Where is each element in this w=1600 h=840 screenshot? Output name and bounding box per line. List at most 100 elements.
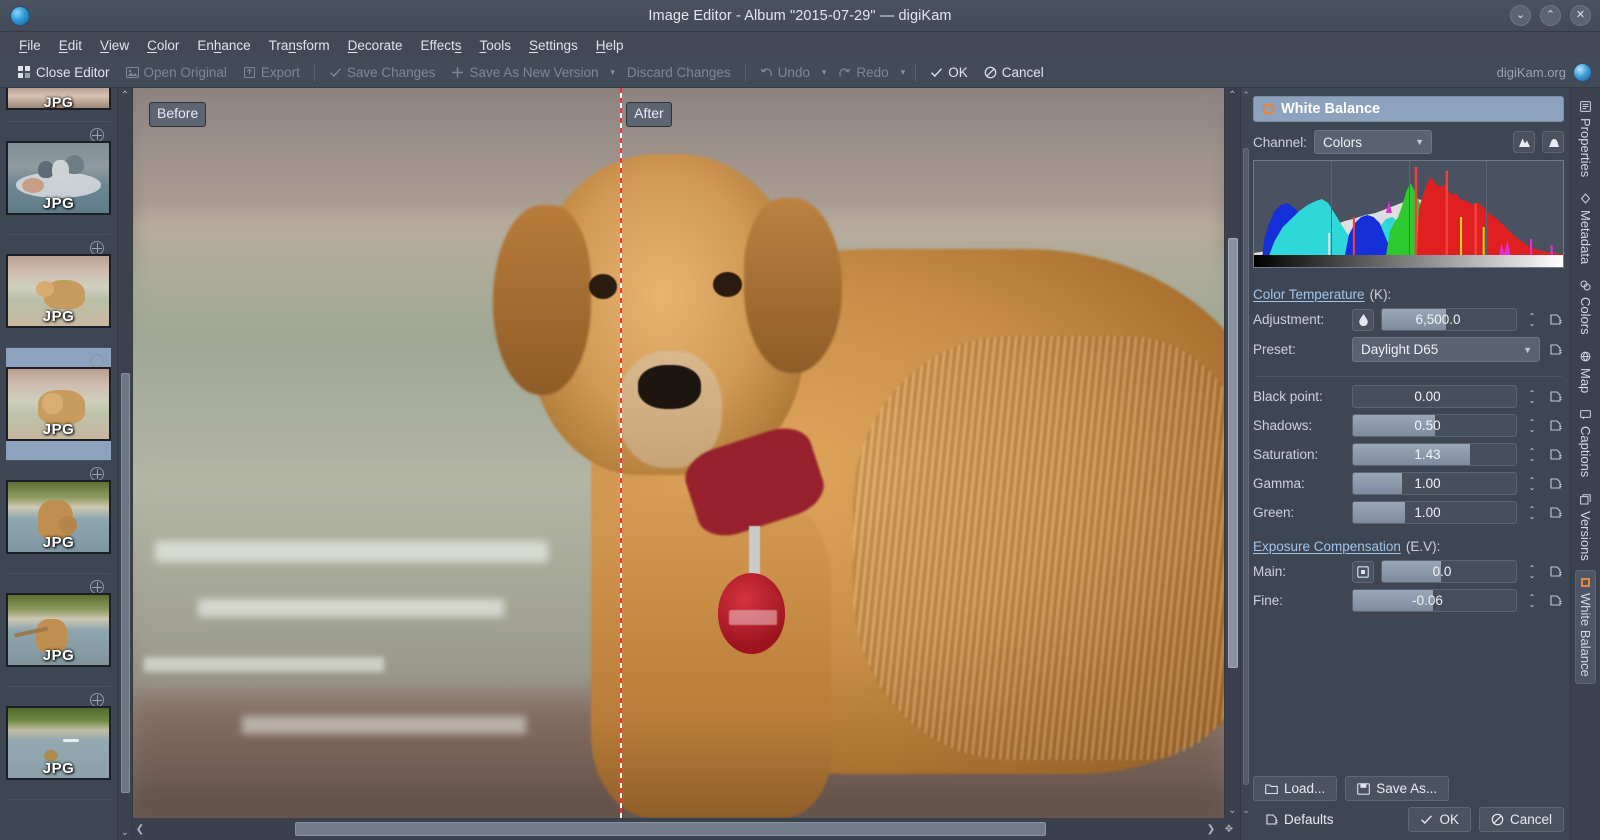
adjustment-reset-button[interactable] <box>1547 313 1564 326</box>
defaults-button[interactable]: Defaults <box>1253 807 1346 832</box>
shadows-spinbox[interactable]: 0.50 <box>1352 414 1517 437</box>
menu-decorate[interactable]: Decorate <box>339 36 412 55</box>
preset-select[interactable]: Daylight D65 ▼ <box>1352 337 1540 362</box>
maximize-button[interactable]: ⌃ <box>1540 5 1561 26</box>
green-reset-button[interactable] <box>1547 506 1564 519</box>
filmstrip-scrollbar[interactable]: ⌃ ⌄ <box>117 88 132 840</box>
thumbnail-item-4[interactable]: JPG <box>6 348 111 461</box>
histogram-chart[interactable] <box>1253 160 1564 268</box>
menu-color[interactable]: Color <box>138 36 188 55</box>
scroll-up-icon[interactable]: ⌃ <box>118 90 132 101</box>
panel-cancel-button[interactable]: Cancel <box>1478 807 1564 832</box>
saturation-reset-button[interactable] <box>1547 448 1564 461</box>
green-stepper[interactable]: ⌃ ⌄ <box>1524 505 1540 520</box>
scroll-left-icon[interactable]: ❮ <box>133 824 147 835</box>
shadows-stepper[interactable]: ⌃ ⌄ <box>1524 418 1540 433</box>
load-button[interactable]: Load... <box>1253 776 1338 801</box>
menu-effects[interactable]: Effects <box>411 36 470 55</box>
adjustment-stepper[interactable]: ⌃ ⌄ <box>1524 312 1540 327</box>
image-canvas[interactable]: Before After <box>133 88 1224 818</box>
menu-help[interactable]: Help <box>587 36 633 55</box>
save-as-new-version-dropdown-icon[interactable]: ▾ <box>607 67 620 78</box>
thumbnail-item-1[interactable]: JPG <box>6 88 111 122</box>
canvas-horizontal-scrollbar[interactable]: ❮ ❯ ✥ <box>133 818 1240 840</box>
toolbar-cancel-button[interactable]: Cancel <box>976 63 1052 82</box>
sidebar-tab-colors[interactable]: Colors <box>1576 273 1595 342</box>
menu-settings[interactable]: Settings <box>520 36 587 55</box>
panel-splitter[interactable]: ⌃ ⌄ <box>1241 88 1251 840</box>
gamma-reset-button[interactable] <box>1547 477 1564 490</box>
open-original-button[interactable]: Open Original <box>118 63 235 82</box>
menu-file[interactable]: File <box>10 36 50 55</box>
save-as-button[interactable]: Save As... <box>1345 776 1450 801</box>
green-spinbox[interactable]: 1.00 <box>1352 501 1517 524</box>
before-after-split-line[interactable] <box>619 88 622 818</box>
adjustment-spinbox[interactable]: 6,500.0 <box>1381 308 1517 331</box>
close-editor-button[interactable]: Close Editor <box>10 63 118 82</box>
menu-edit[interactable]: Edit <box>50 36 91 55</box>
menu-transform[interactable]: Transform <box>260 36 339 55</box>
panel-ok-button[interactable]: OK <box>1408 807 1471 832</box>
thumbnail-item-7[interactable]: JPG <box>6 687 111 800</box>
channel-select[interactable]: Colors ▼ <box>1314 130 1433 154</box>
sidebar-tab-white-balance[interactable]: White Balance <box>1575 569 1596 685</box>
thumbnail-item-5[interactable]: JPG <box>6 461 111 574</box>
scroll-down-icon[interactable]: ⌄ <box>1225 805 1240 816</box>
horizontal-scroll-thumb[interactable] <box>294 822 1046 836</box>
thumbnail-item-6[interactable]: JPG <box>6 574 111 687</box>
fine-exposure-stepper[interactable]: ⌃ ⌄ <box>1524 593 1540 608</box>
histogram-linear-button[interactable] <box>1513 131 1535 153</box>
minimize-button[interactable]: ⌄ <box>1510 5 1531 26</box>
shadows-reset-button[interactable] <box>1547 419 1564 432</box>
sidebar-tab-map[interactable]: Map <box>1576 344 1595 400</box>
vertical-scroll-thumb[interactable] <box>1228 238 1238 668</box>
main-exposure-stepper[interactable]: ⌃ ⌄ <box>1524 564 1540 579</box>
fine-exposure-reset-button[interactable] <box>1547 594 1564 607</box>
color-picker-button[interactable] <box>1352 308 1374 331</box>
save-as-new-version-button[interactable]: Save As New Version <box>443 63 606 82</box>
color-temperature-link[interactable]: Color Temperature <box>1253 287 1365 302</box>
save-changes-button[interactable]: Save Changes <box>321 63 444 82</box>
undo-button[interactable]: Undo <box>752 63 818 82</box>
main-exposure-reset-button[interactable] <box>1547 565 1564 578</box>
scroll-up-icon[interactable]: ⌃ <box>1225 90 1240 101</box>
thumbnail-item-2[interactable]: JPG <box>6 122 111 235</box>
splitter-grip[interactable] <box>1243 148 1249 785</box>
filmstrip-list[interactable]: JPG JPG JPG JPG JPG JPG JPG <box>0 88 117 840</box>
sidebar-tab-metadata[interactable]: Metadata <box>1576 186 1595 271</box>
exposure-indicator-button[interactable] <box>1352 560 1374 583</box>
main-exposure-spinbox[interactable]: 0.0 <box>1381 560 1517 583</box>
scroll-down-icon[interactable]: ⌄ <box>118 827 132 838</box>
black-point-spinbox[interactable]: 0.00 <box>1352 385 1517 408</box>
undo-dropdown-icon[interactable]: ▾ <box>818 67 831 78</box>
close-button[interactable]: ✕ <box>1570 5 1591 26</box>
scroll-right-icon[interactable]: ❯ <box>1204 824 1218 835</box>
export-button[interactable]: Export <box>235 63 308 82</box>
saturation-spinbox[interactable]: 1.43 <box>1352 443 1517 466</box>
black-point-reset-button[interactable] <box>1547 390 1564 403</box>
thumbnail-item-3[interactable]: JPG <box>6 235 111 348</box>
gamma-stepper[interactable]: ⌃ ⌄ <box>1524 476 1540 491</box>
sidebar-tab-captions[interactable]: Captions <box>1576 402 1595 484</box>
histogram-logarithmic-button[interactable] <box>1542 131 1564 153</box>
horizontal-scroll-track[interactable] <box>161 822 1190 836</box>
toolbar-ok-button[interactable]: OK <box>922 63 976 82</box>
filmstrip-scroll-thumb[interactable] <box>121 373 130 793</box>
preset-reset-button[interactable] <box>1547 343 1564 356</box>
redo-button[interactable]: Redo <box>830 63 896 82</box>
exposure-compensation-link[interactable]: Exposure Compensation <box>1253 539 1401 554</box>
discard-changes-button[interactable]: Discard Changes <box>619 63 739 82</box>
black-point-stepper[interactable]: ⌃ ⌄ <box>1524 389 1540 404</box>
sidebar-tab-properties[interactable]: Properties <box>1576 94 1595 184</box>
sidebar-tab-versions[interactable]: Versions <box>1576 487 1595 568</box>
saturation-stepper[interactable]: ⌃ ⌄ <box>1524 447 1540 462</box>
gamma-spinbox[interactable]: 1.00 <box>1352 472 1517 495</box>
splitter-down-icon[interactable]: ⌄ <box>1241 805 1251 816</box>
menu-enhance[interactable]: Enhance <box>188 36 259 55</box>
canvas-vertical-scrollbar[interactable]: ⌃ ⌄ <box>1224 88 1240 818</box>
fine-exposure-spinbox[interactable]: -0.06 <box>1352 589 1517 612</box>
redo-dropdown-icon[interactable]: ▾ <box>897 67 910 78</box>
menu-view[interactable]: View <box>91 36 138 55</box>
splitter-up-icon[interactable]: ⌃ <box>1241 90 1251 101</box>
menu-tools[interactable]: Tools <box>470 36 520 55</box>
